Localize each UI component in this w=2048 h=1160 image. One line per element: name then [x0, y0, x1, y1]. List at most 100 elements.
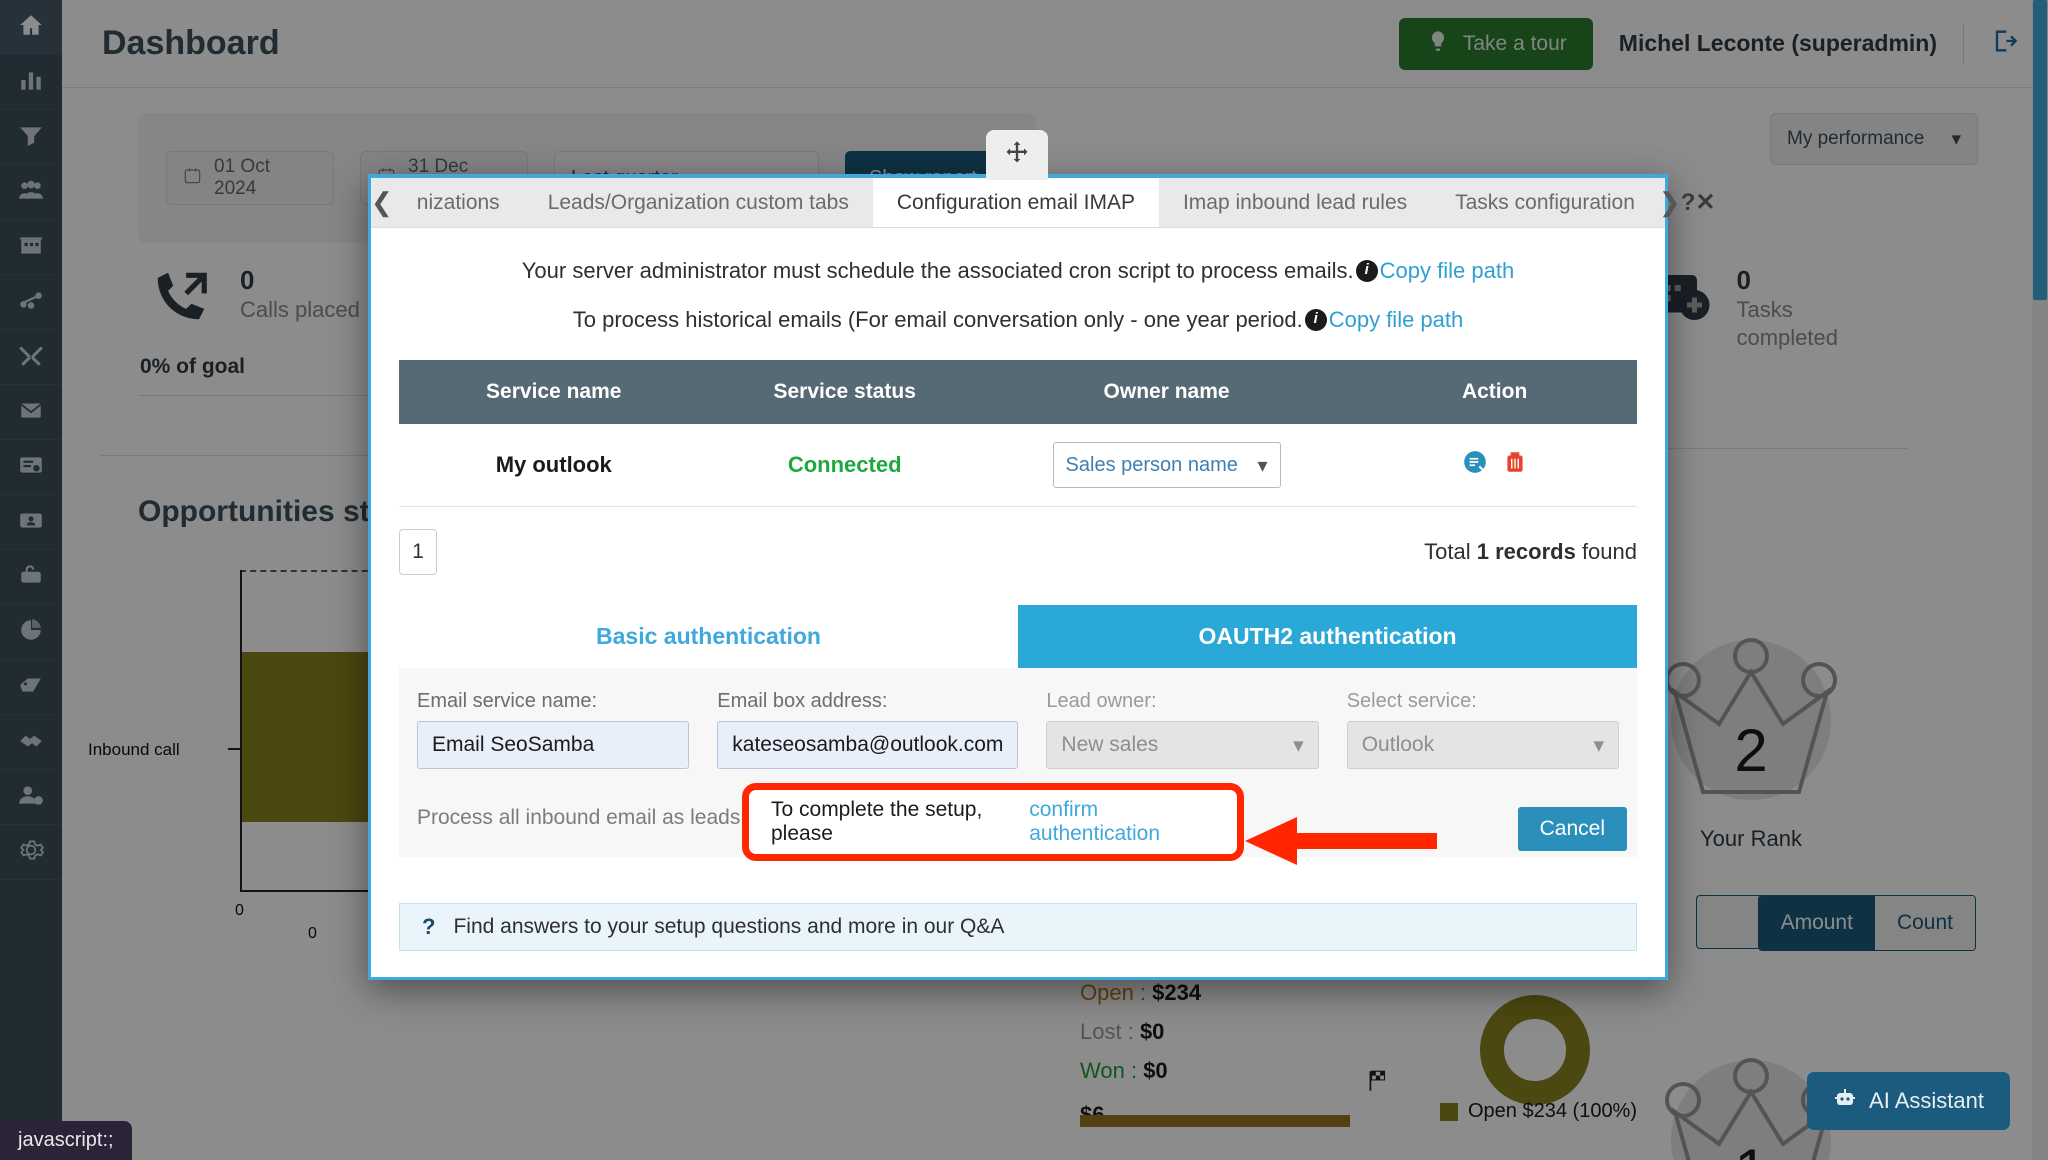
performance-scope-select[interactable]: My performance ▾ [1770, 113, 1978, 165]
sidebar-item-email[interactable] [0, 385, 62, 440]
column-service-name: Service name [399, 360, 709, 424]
form-bottom-row: Process all inbound email as leads i To … [417, 783, 1627, 865]
count-button[interactable]: Count [1874, 896, 1975, 950]
modal-tab-bar: ❮ nizations Leads/Organization custom ta… [371, 178, 1715, 228]
legend-swatch [1440, 1102, 1458, 1121]
tab-basic-authentication[interactable]: Basic authentication [399, 605, 1018, 668]
sidebar-item-home[interactable] [0, 0, 62, 55]
tab-imap-inbound-lead-rules[interactable]: Imap inbound lead rules [1159, 178, 1431, 227]
tab-prev-button[interactable]: ❮ [371, 178, 393, 227]
sidebar-item-invoices[interactable] [0, 440, 62, 495]
tab-oauth2-authentication[interactable]: OAUTH2 authentication [1018, 605, 1637, 668]
chart-x-tick-0: 0 [235, 902, 244, 919]
sidebar-item-tags[interactable] [0, 660, 62, 715]
chart-x-tick-1: 0 [308, 925, 317, 942]
question-mark-icon: ? [422, 914, 436, 939]
authentication-tabs: Basic authentication OAUTH2 authenticati… [399, 605, 1637, 668]
page-scrollbar-thumb[interactable] [2033, 0, 2047, 300]
rank-value-bottom: 1 [1626, 1136, 1876, 1160]
records-prefix: Total [1424, 539, 1477, 564]
robot-icon [1833, 1086, 1857, 1116]
date-from-input[interactable]: 01 Oct 2024 [166, 151, 334, 205]
email-box-address-input[interactable]: kateseosamba@outlook.com [717, 721, 1019, 769]
process-inbound-label: Process all inbound email as leads [417, 806, 741, 829]
label-select-service: Select service: [1346, 690, 1477, 712]
kpi-calls-value: 0 [240, 265, 255, 295]
briefcase-lock-icon [18, 562, 44, 593]
opp-progress-bar [1080, 1115, 1350, 1127]
sidebar-item-tools[interactable] [0, 330, 62, 385]
amount-button[interactable]: Amount [1758, 896, 1875, 950]
donut-legend: Open $234 (100%) [1440, 1100, 1637, 1123]
select-service-select[interactable]: Outlook ▾ [1346, 721, 1620, 769]
take-a-tour-button[interactable]: Take a tour [1398, 17, 1593, 70]
lightbulb-icon [1425, 28, 1451, 60]
cancel-button[interactable]: Cancel [1517, 807, 1627, 851]
ai-assistant-label: AI Assistant [1869, 1088, 1984, 1113]
label-email-service-name: Email service name: [417, 690, 598, 712]
field-select-service: Select service: Outlook ▾ [1346, 690, 1620, 769]
label-email-box-address: Email box address: [717, 690, 888, 712]
legend-label: Open $234 (100%) [1468, 1100, 1638, 1122]
building-icon [18, 232, 44, 263]
refresh-sync-icon[interactable] [1462, 449, 1488, 481]
user-name: Michel Leconte (superadmin) [1618, 30, 1937, 56]
pagination-row: 1 Total 1 records found [399, 529, 1637, 575]
table-header: Service name Service status Owner name A… [399, 360, 1637, 424]
ai-assistant-button[interactable]: AI Assistant [1807, 1072, 2010, 1130]
sidebar-item-contacts[interactable] [0, 165, 62, 220]
owner-name-select[interactable]: Sales person name ▾ [1052, 442, 1281, 488]
records-suffix: found [1575, 539, 1637, 564]
users-icon [18, 177, 44, 208]
sidebar-item-organizations[interactable] [0, 220, 62, 275]
sidebar-item-projects[interactable] [0, 550, 62, 605]
cell-owner-name: Sales person name ▾ [980, 424, 1353, 507]
tab-organizations[interactable]: nizations [393, 178, 524, 227]
help-button[interactable]: ? [1681, 178, 1696, 227]
label-lead-owner: Lead owner: [1046, 690, 1157, 712]
sidebar-item-network[interactable] [0, 275, 62, 330]
sidebar-item-analytics[interactable] [0, 605, 62, 660]
lead-owner-select[interactable]: New sales ▾ [1046, 721, 1319, 769]
sidebar-item-partners[interactable] [0, 715, 62, 770]
kpi-calls-label: Calls placed [240, 297, 360, 322]
sidebar-item-employees[interactable] [0, 495, 62, 550]
pie-chart-icon [18, 617, 44, 648]
chevron-down-icon: ▾ [1593, 733, 1605, 757]
tools-icon [18, 342, 44, 373]
opp-lost-label: Lost : [1080, 1019, 1134, 1044]
copy-file-path-link-2[interactable]: Copy file path [1329, 303, 1464, 336]
sidebar-item-funnel[interactable] [0, 110, 62, 165]
logout-icon[interactable] [1990, 27, 2018, 60]
info-icon[interactable]: i [1355, 259, 1378, 282]
id-card-icon [18, 507, 44, 538]
trash-icon[interactable] [1502, 449, 1528, 481]
sidebar-item-reports[interactable] [0, 55, 62, 110]
field-lead-owner: Lead owner: New sales ▾ [1046, 690, 1319, 769]
info-icon[interactable]: i [1304, 308, 1327, 331]
tab-leads-organization-custom-tabs[interactable]: Leads/Organization custom tabs [524, 178, 873, 227]
opp-lost-value: $0 [1139, 1019, 1165, 1044]
amount-count-toggle: Amount Count [1757, 895, 1976, 951]
sidebar-item-settings[interactable] [0, 825, 62, 880]
qa-help-bar[interactable]: ? Find answers to your setup questions a… [399, 903, 1637, 951]
flag-icon [1365, 1068, 1391, 1100]
tab-configuration-email-imap[interactable]: Configuration email IMAP [872, 178, 1159, 227]
chart-y-tick [228, 748, 242, 750]
modal-drag-handle[interactable] [986, 130, 1048, 180]
page-number-button[interactable]: 1 [399, 529, 437, 575]
historical-note-text: To process historical emails (For email … [572, 307, 1303, 332]
tab-tasks-configuration[interactable]: Tasks configuration [1431, 178, 1659, 227]
confirm-authentication-link[interactable]: confirm authentication [1029, 798, 1215, 846]
close-button[interactable]: ✕ [1695, 178, 1715, 227]
tab-next-button[interactable]: ❯ [1659, 178, 1681, 227]
email-service-name-input[interactable]: Email SeoSamba [417, 721, 690, 769]
copy-file-path-link-1[interactable]: Copy file path [1380, 254, 1515, 287]
confirm-authentication-callout: To complete the setup, please confirm au… [742, 783, 1244, 861]
date-from-value: 01 Oct 2024 [214, 156, 270, 199]
chevron-down-icon: ▾ [1293, 733, 1304, 757]
handshake-icon [18, 727, 44, 758]
header-actions: Take a tour Michel Leconte (superadmin) [1398, 17, 2018, 70]
cell-service-status: Connected [708, 424, 981, 507]
sidebar-item-user-settings[interactable] [0, 770, 62, 825]
